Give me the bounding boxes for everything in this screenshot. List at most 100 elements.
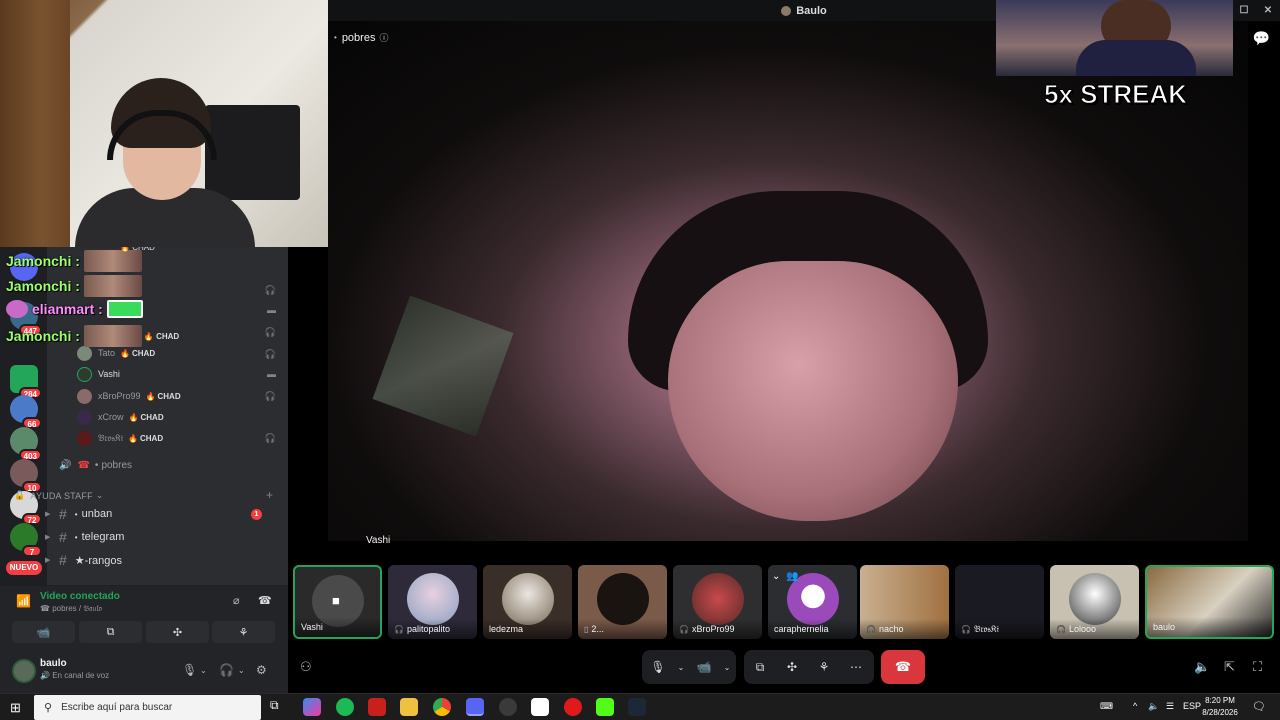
voice-user[interactable]: Vashi [77, 365, 120, 383]
participant-tile[interactable]: ▯ 2... [578, 565, 667, 639]
taskbar-search[interactable]: ⚲ Escribe aquí para buscar [34, 695, 261, 720]
participant-tile[interactable]: 🎧 palitopalito [388, 565, 477, 639]
channel-rangos[interactable]: ▶ # ★-rangos [45, 550, 270, 570]
participant-avatar [501, 573, 554, 625]
screenshare-icon[interactable]: ⧉ [744, 650, 776, 684]
chevron-down-icon[interactable]: ⌄ [200, 666, 207, 675]
participant-name: baulo [1147, 617, 1272, 637]
camera-icon[interactable]: 📹 [688, 650, 720, 684]
more-options-icon[interactable]: ⋯ [840, 650, 872, 684]
speaker-icon[interactable]: 🔈 [1148, 701, 1159, 712]
chevron-down-icon[interactable]: ⌄ [238, 666, 245, 675]
user-panel: baulo 🔊 En canal de voz 🎙 ⌄ 🎧 ⌄ ⚙ [0, 653, 288, 693]
disconnect-icon[interactable]: ☎ [258, 594, 272, 607]
channel-telegram[interactable]: ▶ # • telegram [45, 527, 270, 547]
disconnect-button[interactable]: ☎ [881, 650, 925, 684]
participant-tile[interactable]: ⌄ 👥 caraphernelia [768, 565, 857, 639]
participant-tile[interactable]: ■ Vashi [293, 565, 382, 639]
voice-user[interactable]: xCrow 🔥 CHAD [77, 408, 164, 426]
participant-name: ledezma [483, 619, 572, 639]
participant-tile[interactable]: 🎧 𝔅𝔯𝔬𝔰𝔎𝔦 [955, 565, 1044, 639]
invite-people-icon[interactable]: ⚇ [300, 659, 312, 675]
soundboard-button[interactable]: ⚘ [212, 621, 275, 643]
collapse-arrow-icon: ▶ [45, 557, 51, 564]
keyboard-icon[interactable]: ⌨ [1100, 701, 1113, 712]
server-icon-6[interactable]: 10 [10, 459, 42, 493]
server-icon-5[interactable]: 403 [10, 427, 42, 461]
microphone-icon[interactable]: 🎙 [182, 663, 197, 677]
volume-icon[interactable]: 🔈 [1194, 659, 1210, 675]
chat-bubble-icon[interactable]: 💬 [1253, 30, 1270, 47]
network-icon[interactable]: ☰ [1166, 701, 1174, 712]
chevron-down-icon[interactable]: ⌄ [674, 650, 688, 684]
unread-badge: 1 [251, 508, 262, 520]
app-icon[interactable] [368, 698, 386, 716]
kick-icon[interactable] [596, 698, 614, 716]
noise-suppression-icon[interactable]: ⌀ [233, 594, 240, 607]
role-badge: 🔥 CHAD [129, 413, 164, 422]
user-avatar[interactable] [12, 659, 36, 683]
participant-tile[interactable]: ledezma [483, 565, 572, 639]
activities-button[interactable]: ✣ [146, 621, 209, 643]
windows-start-icon[interactable]: ⊞ [10, 700, 21, 716]
maximize-button[interactable]: ☐ [1232, 0, 1256, 21]
fullscreen-icon[interactable]: ⛶ [1253, 659, 1262, 675]
participant-tile[interactable]: 🎧 nacho [860, 565, 949, 639]
soundboard-icon[interactable]: ⚘ [808, 650, 840, 684]
spotify-icon[interactable] [336, 698, 354, 716]
role-badge: 🔥 CHAD [128, 434, 163, 443]
voice-status-channel[interactable]: ☎ pobres / 𝔅𝔞𝔲𝔩𝔬 [40, 604, 102, 614]
camera-button[interactable]: 📹 [12, 621, 75, 643]
screenshare-button[interactable]: ⧉ [79, 621, 142, 643]
headphones-icon[interactable]: 🎧 [219, 663, 234, 677]
server-icon-8[interactable]: 7 [10, 523, 42, 557]
door [0, 0, 70, 247]
create-channel-button[interactable]: + [266, 488, 273, 502]
show-hidden-icons[interactable]: ^ [1133, 701, 1137, 711]
muted-icon: 🎧 [679, 624, 689, 634]
copilot-icon[interactable] [303, 698, 321, 716]
taskbar-clock[interactable]: 8:20 PM 8/28/2026 [1198, 695, 1242, 719]
participant-name-label: baulo [1153, 622, 1176, 632]
participant-name: 🎧 𝔅𝔯𝔬𝔰𝔎𝔦 [955, 619, 1044, 639]
discord-icon[interactable] [466, 698, 484, 716]
participant-avatar [1068, 573, 1121, 625]
main-video-username: Vashi [366, 535, 391, 546]
obs-icon[interactable] [499, 698, 517, 716]
server-list: 447 284 66 403 10 72 7 [0, 247, 47, 585]
deafened-icon: 🎧 [264, 285, 276, 295]
task-view-icon[interactable]: ⧉ [270, 698, 288, 716]
file-explorer-icon[interactable] [400, 698, 418, 716]
close-button[interactable]: ✕ [1256, 0, 1280, 21]
voice-channel-pobres[interactable]: 🔊 ☎ • pobres [59, 456, 132, 474]
channel-dot: • [74, 509, 78, 519]
collapse-chevron-icon[interactable]: ⌄ [772, 571, 780, 582]
avatar [77, 409, 92, 425]
popout-icon[interactable]: ⇱ [1224, 659, 1235, 675]
participant-tile-self[interactable]: baulo [1145, 565, 1274, 639]
opera-icon[interactable] [564, 698, 582, 716]
voice-user-name: Vashi [98, 369, 120, 379]
role-badge: 🔥 CHAD [143, 331, 180, 341]
voice-user[interactable]: 𝔅𝔯𝔬𝔰𝔎𝔦 🔥 CHAD [77, 429, 163, 447]
server-icon-3[interactable]: 284 [10, 365, 42, 399]
channel-dot: • [94, 459, 99, 471]
chrome-icon[interactable] [433, 698, 451, 716]
server-icon-4[interactable]: 66 [10, 395, 42, 429]
app-icon[interactable] [531, 698, 549, 716]
steam-icon[interactable] [628, 698, 646, 716]
notifications-icon[interactable]: 🗨 [1252, 700, 1266, 713]
microphone-icon[interactable]: 🎙 [642, 650, 674, 684]
info-icon[interactable]: ⓘ [379, 31, 388, 44]
category-ayuda-staff[interactable]: 🔒 AYUDA STAFF ⌄ [14, 490, 104, 501]
chat-avatar [6, 300, 28, 318]
activities-icon[interactable]: ✣ [776, 650, 808, 684]
participant-tile[interactable]: 🎧 xBroPro99 [673, 565, 762, 639]
emote-image [83, 325, 142, 347]
chevron-down-icon[interactable]: ⌄ [720, 650, 734, 684]
add-friend-icon[interactable]: 👥 [786, 571, 798, 582]
channel-unban[interactable]: ▶ # • unban 1 [45, 504, 270, 524]
settings-gear-icon[interactable]: ⚙ [256, 663, 267, 677]
participant-tile[interactable]: 🎧 Lolooo [1050, 565, 1139, 639]
voice-user[interactable]: xBroPro99 🔥 CHAD [77, 387, 181, 405]
